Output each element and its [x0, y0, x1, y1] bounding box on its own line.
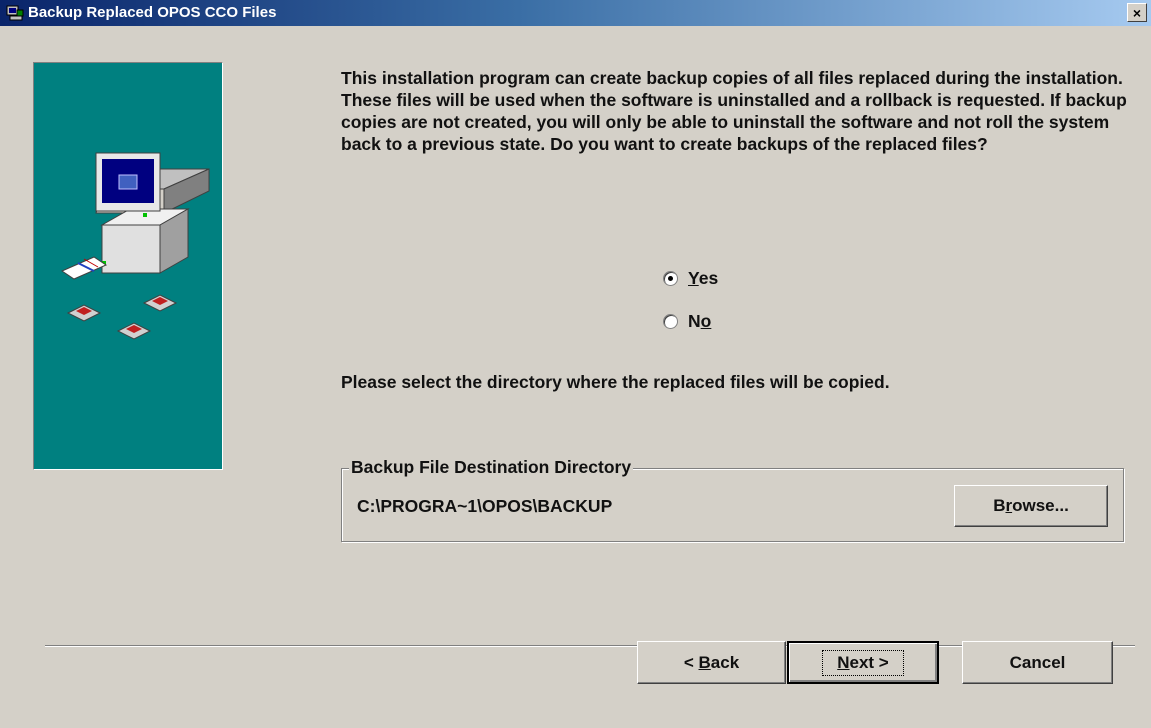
destination-path: C:\PROGRA~1\OPOS\BACKUP [357, 496, 613, 516]
radio-no-indicator[interactable] [663, 314, 678, 329]
installer-icon [6, 5, 24, 21]
title-bar: Backup Replaced OPOS CCO Files × [0, 0, 1151, 26]
browse-button-label: Browse... [993, 496, 1069, 515]
wizard-side-panel [33, 62, 223, 470]
back-button[interactable]: < Back [637, 641, 786, 684]
intro-text: This installation program can create bac… [341, 68, 1127, 154]
destination-group-label: Backup File Destination Directory [349, 457, 634, 478]
radio-yes-indicator[interactable] [663, 271, 678, 286]
radio-no[interactable]: No [663, 311, 711, 332]
cancel-button-label: Cancel [1009, 652, 1066, 672]
close-button[interactable]: × [1127, 3, 1147, 22]
cancel-button[interactable]: Cancel [962, 641, 1113, 684]
back-button-label: < Back [683, 652, 740, 672]
radio-no-label: No [688, 311, 712, 331]
radio-yes-label: Yes [688, 268, 719, 288]
computer-with-disks-illustration [60, 152, 210, 340]
browse-button[interactable]: Browse... [954, 485, 1108, 527]
next-button[interactable]: Next > [787, 641, 939, 684]
next-button-label: Next > [822, 649, 904, 676]
select-directory-text: Please select the directory where the re… [341, 372, 890, 392]
close-icon: × [1132, 4, 1142, 21]
radio-yes[interactable]: Yes [663, 268, 718, 289]
window-title: Backup Replaced OPOS CCO Files [28, 4, 277, 21]
